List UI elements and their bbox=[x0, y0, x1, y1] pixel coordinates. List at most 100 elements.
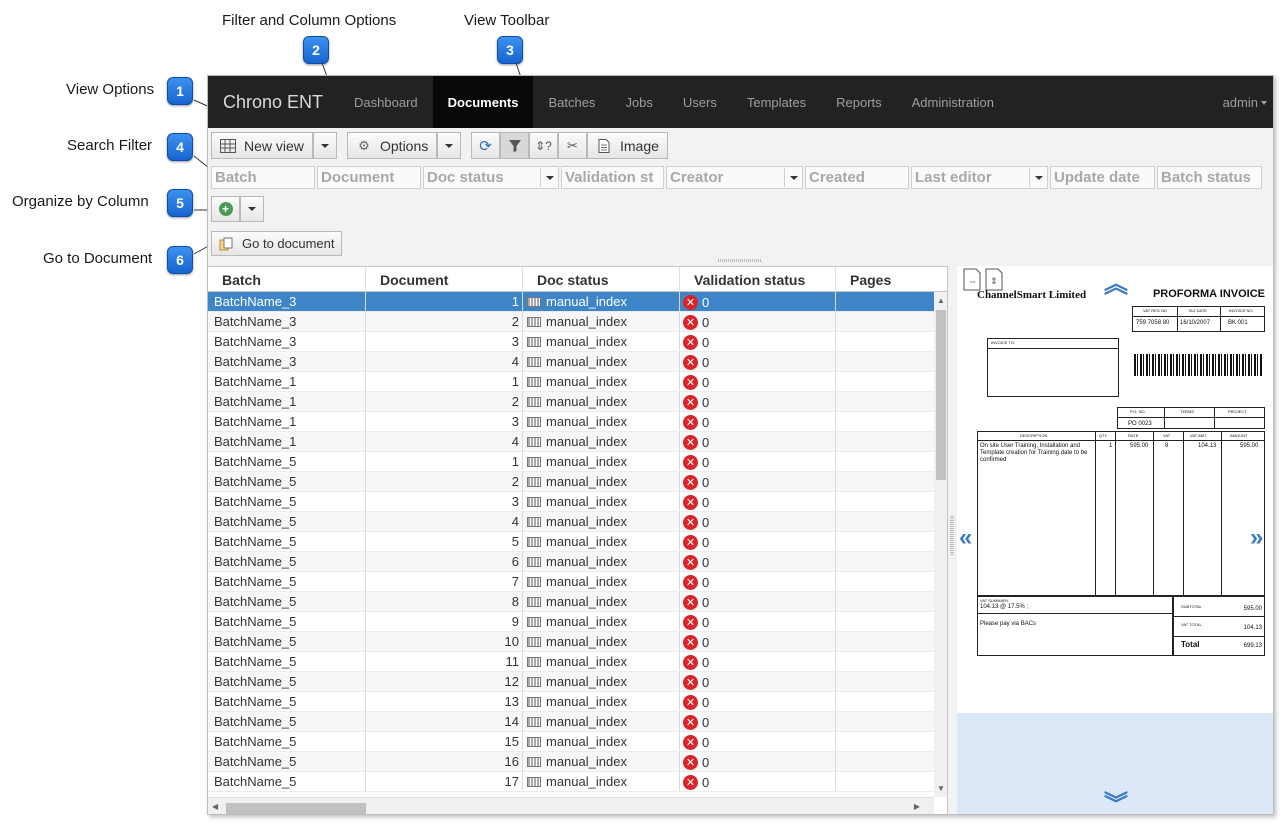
panel-splitter[interactable] bbox=[950, 516, 954, 556]
table-row[interactable]: BatchName_5 14 manual_index ✕ 0 bbox=[208, 712, 934, 732]
cell-batch: BatchName_5 bbox=[208, 772, 366, 791]
table-row[interactable]: BatchName_5 16 manual_index ✕ 0 bbox=[208, 752, 934, 772]
table-row[interactable]: BatchName_3 3 manual_index ✕ 0 bbox=[208, 332, 934, 352]
column-header-document[interactable]: Document bbox=[366, 267, 523, 291]
column-header-validation-status[interactable]: Validation status bbox=[680, 267, 836, 291]
add-group-button[interactable]: + bbox=[211, 196, 240, 222]
vertical-scroll-thumb[interactable] bbox=[936, 310, 946, 480]
invoice-to-label: INVOICE TO: bbox=[988, 339, 1118, 349]
cell-document: 14 bbox=[366, 712, 523, 731]
table-row[interactable]: BatchName_5 3 manual_index ✕ 0 bbox=[208, 492, 934, 512]
error-icon: ✕ bbox=[683, 575, 698, 590]
nav-batches[interactable]: Batches bbox=[533, 76, 610, 128]
nav-templates[interactable]: Templates bbox=[732, 76, 821, 128]
chevron-down-icon[interactable] bbox=[1029, 168, 1047, 187]
table-row[interactable]: BatchName_1 2 manual_index ✕ 0 bbox=[208, 392, 934, 412]
table-row[interactable]: BatchName_1 4 manual_index ✕ 0 bbox=[208, 432, 934, 452]
table-row[interactable]: BatchName_5 1 manual_index ✕ 0 bbox=[208, 452, 934, 472]
error-icon: ✕ bbox=[683, 535, 698, 550]
nav-jobs[interactable]: Jobs bbox=[610, 76, 667, 128]
group-dropdown[interactable] bbox=[240, 196, 264, 222]
validation-count: 0 bbox=[702, 675, 710, 690]
chevron-down-icon[interactable] bbox=[784, 168, 802, 187]
refresh-button[interactable]: ⟳ bbox=[471, 132, 500, 159]
table-row[interactable]: BatchName_5 17 manual_index ✕ 0 bbox=[208, 772, 934, 792]
callout-badge-2: 2 bbox=[303, 36, 329, 64]
validation-count: 0 bbox=[702, 775, 710, 790]
cell-pages bbox=[836, 752, 934, 771]
chevron-down-icon[interactable] bbox=[540, 168, 558, 187]
horizontal-scroll-thumb[interactable] bbox=[226, 803, 366, 814]
cell-doc-status: manual_index bbox=[523, 372, 680, 391]
cell-doc-status: manual_index bbox=[523, 432, 680, 451]
table-row[interactable]: BatchName_5 4 manual_index ✕ 0 bbox=[208, 512, 934, 532]
table-row[interactable]: BatchName_3 1 manual_index ✕ 0 bbox=[208, 292, 934, 312]
table-row[interactable]: BatchName_3 2 manual_index ✕ 0 bbox=[208, 312, 934, 332]
scroll-down-icon[interactable]: ▼ bbox=[937, 784, 945, 793]
filter-update-date[interactable]: Update date bbox=[1050, 166, 1155, 189]
options-dropdown[interactable] bbox=[437, 132, 462, 159]
tools-button[interactable]: ✂ bbox=[558, 132, 587, 159]
nav-dashboard[interactable]: Dashboard bbox=[339, 76, 433, 128]
doc-status-text: manual_index bbox=[546, 574, 627, 589]
splitter-handle[interactable] bbox=[718, 259, 762, 262]
sort-button[interactable]: ⇕? bbox=[529, 132, 558, 159]
table-row[interactable]: BatchName_5 5 manual_index ✕ 0 bbox=[208, 532, 934, 552]
filter-creator[interactable]: Creator bbox=[666, 166, 803, 189]
label-qty: QTY bbox=[1099, 433, 1108, 438]
table-row[interactable]: BatchName_5 7 manual_index ✕ 0 bbox=[208, 572, 934, 592]
image-button[interactable]: Image bbox=[587, 132, 668, 159]
filter-validation-status[interactable]: Validation st bbox=[561, 166, 664, 189]
table-row[interactable]: BatchName_5 12 manual_index ✕ 0 bbox=[208, 672, 934, 692]
go-to-document-button[interactable]: Go to document bbox=[211, 231, 342, 256]
table-row[interactable]: BatchName_5 11 manual_index ✕ 0 bbox=[208, 652, 934, 672]
filter-doc-status[interactable]: Doc status bbox=[423, 166, 559, 189]
vertical-scrollbar[interactable]: ▲ ▼ bbox=[934, 292, 947, 797]
error-icon: ✕ bbox=[683, 615, 698, 630]
table-row[interactable]: BatchName_5 2 manual_index ✕ 0 bbox=[208, 472, 934, 492]
double-chevron-left-icon[interactable]: « bbox=[959, 524, 972, 552]
filter-batch[interactable]: Batch bbox=[211, 166, 315, 189]
nav-administration[interactable]: Administration bbox=[897, 76, 1009, 128]
table-row[interactable]: BatchName_5 10 manual_index ✕ 0 bbox=[208, 632, 934, 652]
cell-doc-status: manual_index bbox=[523, 752, 680, 771]
cell-validation-status: ✕ 0 bbox=[680, 632, 836, 651]
table-row[interactable]: BatchName_5 15 manual_index ✕ 0 bbox=[208, 732, 934, 752]
scroll-up-icon[interactable]: ▲ bbox=[937, 296, 945, 305]
validation-count: 0 bbox=[702, 455, 710, 470]
double-chevron-down-icon[interactable]: ︾ bbox=[1104, 784, 1128, 814]
cell-document: 1 bbox=[366, 452, 523, 471]
cell-pages bbox=[836, 692, 934, 711]
table-row[interactable]: BatchName_1 3 manual_index ✕ 0 bbox=[208, 412, 934, 432]
table-row[interactable]: BatchName_5 8 manual_index ✕ 0 bbox=[208, 592, 934, 612]
horizontal-scrollbar[interactable]: ◀ ▶ bbox=[208, 797, 934, 814]
table-row[interactable]: BatchName_5 6 manual_index ✕ 0 bbox=[208, 552, 934, 572]
brand-title[interactable]: Chrono ENT bbox=[208, 92, 339, 113]
cell-validation-status: ✕ 0 bbox=[680, 732, 836, 751]
column-header-batch[interactable]: Batch bbox=[208, 267, 366, 291]
table-row[interactable]: BatchName_5 13 manual_index ✕ 0 bbox=[208, 692, 934, 712]
filter-created[interactable]: Created bbox=[805, 166, 909, 189]
app-window: Chrono ENT Dashboard Documents Batches J… bbox=[207, 75, 1274, 815]
filter-button[interactable] bbox=[500, 132, 529, 159]
cell-doc-status: manual_index bbox=[523, 592, 680, 611]
column-header-doc-status[interactable]: Doc status bbox=[523, 267, 680, 291]
options-button[interactable]: ⚙ Options bbox=[347, 132, 438, 159]
new-view-dropdown[interactable] bbox=[312, 132, 337, 159]
table-row[interactable]: BatchName_3 4 manual_index ✕ 0 bbox=[208, 352, 934, 372]
cell-document: 3 bbox=[366, 492, 523, 511]
filter-document[interactable]: Document bbox=[317, 166, 421, 189]
nav-users[interactable]: Users bbox=[668, 76, 732, 128]
cell-validation-status: ✕ 0 bbox=[680, 772, 836, 791]
table-row[interactable]: BatchName_5 9 manual_index ✕ 0 bbox=[208, 612, 934, 632]
new-view-button[interactable]: New view bbox=[211, 132, 313, 159]
nav-documents[interactable]: Documents bbox=[432, 76, 534, 128]
column-header-pages[interactable]: Pages bbox=[836, 267, 934, 291]
filter-batch-status[interactable]: Batch status bbox=[1157, 166, 1262, 189]
filter-last-editor[interactable]: Last editor bbox=[911, 166, 1048, 189]
scroll-left-icon[interactable]: ◀ bbox=[212, 802, 218, 811]
scroll-right-icon[interactable]: ▶ bbox=[914, 802, 920, 811]
table-row[interactable]: BatchName_1 1 manual_index ✕ 0 bbox=[208, 372, 934, 392]
nav-reports[interactable]: Reports bbox=[821, 76, 897, 128]
user-menu[interactable]: admin bbox=[1223, 95, 1273, 110]
